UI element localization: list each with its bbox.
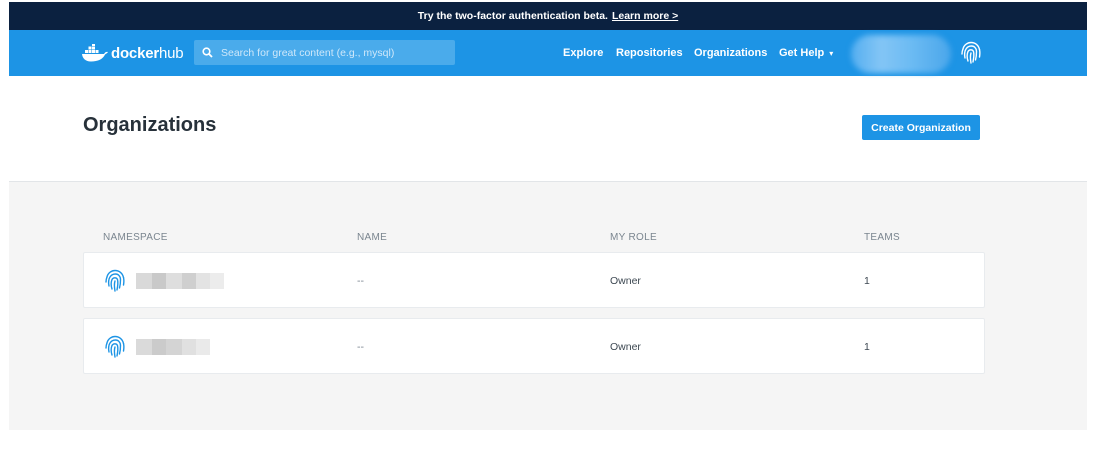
top-navigation: dockerhub Explore Repositories Organizat… bbox=[9, 30, 1087, 76]
column-header-teams: TEAMS bbox=[864, 232, 900, 243]
user-avatar[interactable] bbox=[959, 41, 983, 65]
column-header-my-role: MY ROLE bbox=[610, 232, 657, 243]
org-name-cell: -- bbox=[357, 341, 364, 353]
learn-more-link[interactable]: Learn more > bbox=[612, 10, 678, 22]
org-name-cell: -- bbox=[357, 275, 364, 287]
org-role-cell: Owner bbox=[610, 341, 641, 353]
org-teams-cell: 1 bbox=[864, 341, 870, 353]
get-help-label: Get Help bbox=[779, 47, 825, 59]
nav-organizations-link[interactable]: Organizations bbox=[694, 30, 767, 76]
org-teams-cell: 1 bbox=[864, 275, 870, 287]
fingerprint-avatar-icon bbox=[105, 269, 125, 292]
org-role-cell: Owner bbox=[610, 275, 641, 287]
two-factor-beta-banner: Try the two-factor authentication beta. … bbox=[9, 2, 1087, 30]
search-box[interactable] bbox=[194, 40, 455, 65]
logo-text: dockerhub bbox=[111, 44, 184, 62]
nav-repositories-link[interactable]: Repositories bbox=[616, 30, 683, 76]
column-header-namespace: NAMESPACE bbox=[103, 232, 168, 243]
redacted-namespace[interactable] bbox=[136, 273, 224, 289]
organizations-table: NAMESPACE NAME MY ROLE TEAMS -- Owner 1 bbox=[9, 181, 1087, 430]
fingerprint-avatar-icon bbox=[961, 41, 981, 64]
docker-hub-window: Try the two-factor authentication beta. … bbox=[9, 2, 1087, 430]
docker-whale-logo-icon bbox=[82, 44, 108, 62]
banner-text: Try the two-factor authentication beta. bbox=[417, 10, 608, 22]
page-title: Organizations bbox=[83, 114, 217, 136]
redacted-username[interactable] bbox=[851, 35, 951, 73]
search-icon bbox=[202, 47, 214, 59]
create-organization-button[interactable]: Create Organization bbox=[862, 115, 980, 140]
redacted-namespace[interactable] bbox=[136, 339, 210, 355]
column-header-name: NAME bbox=[357, 232, 388, 243]
docker-hub-logo[interactable]: dockerhub bbox=[82, 42, 184, 64]
search-input[interactable] bbox=[221, 46, 446, 59]
nav-get-help-menu[interactable]: Get Help ▾ bbox=[779, 30, 833, 76]
fingerprint-avatar-icon bbox=[105, 335, 125, 358]
chevron-down-icon: ▾ bbox=[829, 48, 834, 58]
table-row[interactable]: -- Owner 1 bbox=[83, 252, 985, 308]
table-row[interactable]: -- Owner 1 bbox=[83, 318, 985, 374]
nav-explore-link[interactable]: Explore bbox=[563, 30, 603, 76]
